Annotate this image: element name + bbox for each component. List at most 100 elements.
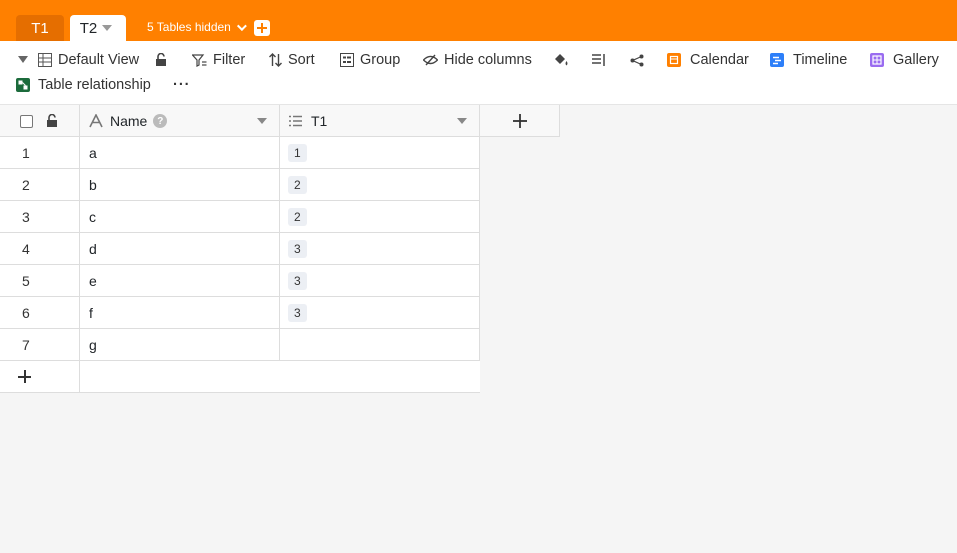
table-row[interactable]: 2 b 2	[0, 169, 480, 201]
name-cell[interactable]: a	[80, 137, 280, 168]
sort-icon	[269, 53, 282, 67]
share-icon	[630, 54, 644, 66]
group-button[interactable]: Group	[340, 50, 400, 70]
table-relationship-plugin-button[interactable]: Table relationship	[16, 75, 151, 95]
link-cell[interactable]: 2	[280, 169, 480, 200]
divider	[79, 361, 80, 392]
tab-label: T2	[79, 19, 98, 37]
link-cell[interactable]: 3	[280, 233, 480, 264]
column-header-t1[interactable]: T1	[280, 105, 480, 137]
link-tag: 2	[288, 175, 307, 194]
relationship-icon	[16, 78, 30, 92]
column-menu-caret-icon[interactable]	[457, 118, 467, 124]
row-index: 2	[0, 169, 80, 200]
view-selector[interactable]: Default View	[18, 50, 139, 70]
gallery-icon	[870, 53, 884, 67]
group-icon	[340, 53, 354, 67]
table-row[interactable]: 3 c 2	[0, 201, 480, 233]
link-cell[interactable]: 3	[280, 297, 480, 328]
table-row[interactable]: 1 a 1	[0, 137, 480, 169]
more-options-button[interactable]: ···	[173, 75, 191, 95]
link-cell[interactable]: 3	[280, 265, 480, 296]
calendar-label: Calendar	[690, 52, 749, 68]
name-cell[interactable]: f	[80, 297, 280, 328]
group-label: Group	[360, 52, 401, 68]
eye-off-icon	[423, 54, 438, 66]
link-cell[interactable]: 2	[280, 201, 480, 232]
filter-button[interactable]: Filter	[192, 50, 245, 70]
name-cell[interactable]: c	[80, 201, 280, 232]
link-tag: 2	[288, 207, 307, 226]
select-all-checkbox[interactable]	[20, 114, 33, 128]
gallery-plugin-button[interactable]: Gallery	[870, 50, 939, 70]
unlock-icon[interactable]	[46, 114, 58, 128]
unlock-icon	[156, 53, 166, 66]
tab-t2[interactable]: T2	[70, 15, 126, 41]
table-row[interactable]: 6 f 3	[0, 297, 480, 329]
table-tab-bar: T1 T2 5 Tables hidden	[0, 0, 957, 41]
gallery-label: Gallery	[893, 52, 939, 68]
column-menu-caret-icon[interactable]	[257, 118, 267, 124]
paint-bucket-icon	[555, 54, 568, 66]
link-cell[interactable]: 1	[280, 137, 480, 168]
plus-icon	[512, 114, 527, 128]
add-column-button[interactable]	[480, 105, 560, 137]
view-toolbar: Default View Filter Sort Group Hide colu…	[0, 41, 957, 105]
grid-body: 1 a 1 2 b 2 3 c 2 4 d 3 5 e 3 6 f 3 7 g	[0, 137, 480, 393]
hide-columns-button[interactable]: Hide columns	[423, 50, 532, 70]
grid-view-icon	[38, 53, 52, 67]
column-header-name[interactable]: Name ?	[80, 105, 280, 137]
tab-t1[interactable]: T1	[16, 15, 64, 41]
row-index: 7	[0, 329, 80, 360]
link-cell[interactable]	[280, 329, 480, 360]
row-height-button[interactable]	[592, 50, 606, 70]
name-cell[interactable]: e	[80, 265, 280, 296]
row-color-button[interactable]	[554, 50, 569, 70]
table-row[interactable]: 4 d 3	[0, 233, 480, 265]
column-t1-label: T1	[311, 113, 328, 129]
name-cell[interactable]: b	[80, 169, 280, 200]
caret-down-icon[interactable]	[102, 25, 113, 31]
hidden-tables-dropdown[interactable]: 5 Tables hidden	[147, 20, 247, 34]
add-row-bar	[0, 361, 480, 393]
filter-icon	[192, 53, 207, 67]
row-index: 3	[0, 201, 80, 232]
sort-button[interactable]: Sort	[269, 50, 315, 70]
filter-label: Filter	[213, 52, 246, 68]
row-index: 6	[0, 297, 80, 328]
text-type-icon	[89, 114, 103, 128]
view-name: Default View	[58, 52, 140, 68]
share-button[interactable]	[630, 50, 644, 70]
add-table-button[interactable]	[254, 20, 270, 36]
grid-header: Name ? T1	[0, 105, 560, 137]
help-icon[interactable]: ?	[153, 114, 168, 128]
table-relationship-label: Table relationship	[38, 77, 151, 93]
calendar-icon	[667, 53, 681, 67]
table-row[interactable]: 5 e 3	[0, 265, 480, 297]
timeline-label: Timeline	[793, 52, 848, 68]
add-row-button[interactable]	[18, 370, 32, 384]
chevron-down-icon	[236, 20, 247, 31]
calendar-plugin-button[interactable]: Calendar	[667, 50, 749, 70]
row-index: 1	[0, 137, 80, 168]
tab-label: T1	[31, 19, 49, 37]
hidden-tables-label: 5 Tables hidden	[147, 20, 231, 34]
link-column-icon	[289, 115, 302, 127]
view-lock-button[interactable]	[155, 50, 167, 70]
table-row[interactable]: 7 g	[0, 329, 480, 361]
column-name-label: Name	[110, 113, 148, 129]
timeline-icon	[770, 53, 784, 67]
timeline-plugin-button[interactable]: Timeline	[770, 50, 847, 70]
name-cell[interactable]: g	[80, 329, 280, 360]
hide-columns-label: Hide columns	[444, 52, 532, 68]
sort-label: Sort	[288, 52, 315, 68]
link-tag: 3	[288, 303, 307, 322]
caret-down-icon	[18, 56, 28, 63]
link-tag: 1	[288, 143, 307, 162]
row-height-icon	[592, 54, 605, 66]
more-icon: ···	[173, 77, 191, 93]
name-cell[interactable]: d	[80, 233, 280, 264]
link-tag: 3	[288, 239, 307, 258]
row-index: 5	[0, 265, 80, 296]
link-tag: 3	[288, 271, 307, 290]
